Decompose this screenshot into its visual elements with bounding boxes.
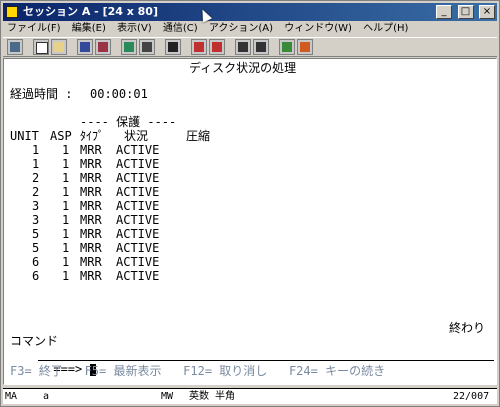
play-icon[interactable] — [209, 39, 225, 55]
cell-asp: 1 — [62, 171, 70, 185]
col-compression: 圧縮 — [186, 129, 211, 143]
command-input-underline — [38, 360, 494, 361]
copy-icon[interactable] — [33, 39, 49, 55]
cell-status: ACTIVE — [116, 269, 160, 283]
elapsed-time-label: 経過時間 : — [10, 87, 73, 101]
menu-window[interactable]: ウィンドウ(W) — [284, 21, 352, 37]
cell-unit: 2 — [32, 171, 40, 185]
cell-type: MRR — [80, 213, 102, 227]
palette-icon[interactable] — [253, 39, 269, 55]
cell-status: ACTIVE — [116, 185, 160, 199]
minimize-button[interactable]: _ — [436, 5, 452, 19]
col-unit: UNIT — [10, 129, 39, 143]
cell-status: ACTIVE — [116, 199, 160, 213]
paste-icon[interactable] — [51, 39, 67, 55]
menu-file[interactable]: ファイル(F) — [7, 21, 61, 37]
cell-asp: 1 — [62, 241, 70, 255]
stop-icon[interactable] — [191, 39, 207, 55]
input-mode: 英数 半角 — [189, 391, 236, 402]
cell-status: ACTIVE — [116, 171, 160, 185]
cell-status: ACTIVE — [116, 213, 160, 227]
cell-type: MRR — [80, 227, 102, 241]
send-icon[interactable] — [77, 39, 93, 55]
cell-type: MRR — [80, 199, 102, 213]
screen-title: ディスク状況の処理 — [189, 61, 297, 75]
print-screen-icon[interactable] — [7, 39, 23, 55]
cell-asp: 1 — [62, 199, 70, 213]
cell-type: MRR — [80, 241, 102, 255]
cell-unit: 6 — [32, 269, 40, 283]
cell-unit: 3 — [32, 199, 40, 213]
function-key-legend: F3= 終了 F5= 最新表示 F12= 取り消し F24= キーの続き — [10, 364, 386, 378]
menu-view[interactable]: 表示(V) — [117, 21, 152, 37]
app-icon[interactable] — [6, 6, 18, 18]
col-status: 状況 — [124, 129, 149, 143]
protection-header: ---- 保護 ---- — [80, 115, 177, 129]
menu-action[interactable]: アクション(A) — [209, 21, 273, 37]
command-label: コマンド — [10, 334, 59, 348]
cell-type: MRR — [80, 143, 102, 157]
close-button[interactable]: × — [479, 5, 495, 19]
record-icon[interactable] — [165, 39, 181, 55]
cell-asp: 1 — [62, 269, 70, 283]
cell-status: ACTIVE — [116, 157, 160, 171]
terminal-screen[interactable]: ディスク状況の処理 経過時間 : 00:00:01 ---- 保護 ---- U… — [3, 58, 497, 385]
cell-status: ACTIVE — [116, 143, 160, 157]
cell-unit: 2 — [32, 185, 40, 199]
menu-help[interactable]: ヘルプ(H) — [363, 21, 408, 37]
cell-status: ACTIVE — [116, 241, 160, 255]
cell-asp: 1 — [62, 143, 70, 157]
toolbar — [3, 37, 497, 57]
session-id: a — [43, 391, 50, 402]
window-title: セッション A - [24 x 80] — [23, 5, 158, 18]
customize-icon[interactable] — [279, 39, 295, 55]
cell-status: ACTIVE — [116, 227, 160, 241]
cell-asp: 1 — [62, 213, 70, 227]
menu-communication[interactable]: 通信(C) — [163, 21, 198, 37]
end-indicator: 終わり — [449, 321, 486, 335]
macro-icon[interactable] — [139, 39, 155, 55]
cell-type: MRR — [80, 269, 102, 283]
settings-icon[interactable] — [297, 39, 313, 55]
receive-icon[interactable] — [95, 39, 111, 55]
cell-status: ACTIVE — [116, 255, 160, 269]
cell-unit: 5 — [32, 227, 40, 241]
mode-indicator: MW — [161, 391, 174, 402]
menu-bar: ファイル(F) 編集(E) 表示(V) 通信(C) アクション(A) ウィンドウ… — [3, 21, 497, 37]
cell-asp: 1 — [62, 227, 70, 241]
maximize-button[interactable]: □ — [457, 5, 474, 19]
cell-unit: 1 — [32, 157, 40, 171]
col-asp: ASP — [50, 129, 72, 143]
cell-type: MRR — [80, 157, 102, 171]
menu-edit[interactable]: 編集(E) — [72, 21, 106, 37]
status-indicator: MA — [5, 391, 18, 402]
col-type: ﾀｲﾌﾟ — [80, 129, 105, 143]
cell-asp: 1 — [62, 157, 70, 171]
cell-type: MRR — [80, 171, 102, 185]
cell-unit: 6 — [32, 255, 40, 269]
cursor-position: 22/007 — [453, 391, 490, 402]
cell-asp: 1 — [62, 185, 70, 199]
emulator-window: セッション A - [24 x 80] _ □ × ファイル(F) 編集(E) … — [0, 0, 500, 407]
cell-type: MRR — [80, 185, 102, 199]
elapsed-time-value: 00:00:01 — [90, 87, 148, 101]
keypad-icon[interactable] — [235, 39, 251, 55]
display-icon[interactable] — [121, 39, 137, 55]
cell-unit: 5 — [32, 241, 40, 255]
cell-unit: 3 — [32, 213, 40, 227]
title-bar[interactable]: セッション A - [24 x 80] _ □ × — [3, 3, 497, 21]
cell-asp: 1 — [62, 255, 70, 269]
cell-unit: 1 — [32, 143, 40, 157]
status-bar: MA a MW 英数 半角 22/007 — [3, 388, 497, 404]
cell-type: MRR — [80, 255, 102, 269]
